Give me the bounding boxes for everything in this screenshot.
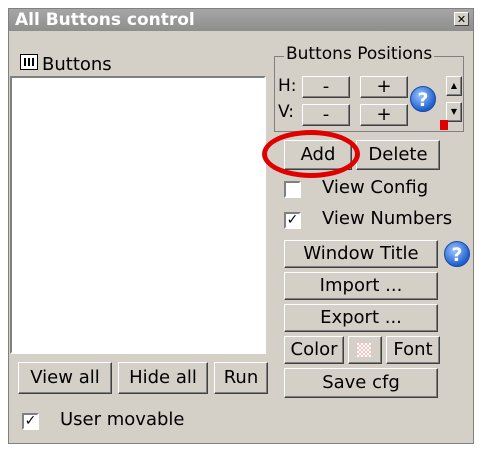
h-label: H: (278, 76, 297, 96)
color-swatch-icon (357, 343, 371, 357)
font-button[interactable]: Font (386, 336, 440, 364)
h-plus-button[interactable]: + (360, 76, 408, 98)
user-movable-checkbox[interactable]: ✓ (22, 413, 39, 430)
grid-icon (20, 54, 38, 70)
v-minus-button[interactable]: - (302, 104, 350, 126)
import-button[interactable]: Import ... (284, 272, 438, 300)
buttons-label: Buttons (42, 54, 112, 75)
window-title-help-icon[interactable]: ? (444, 241, 470, 267)
export-button[interactable]: Export ... (284, 304, 438, 332)
window-title[interactable]: All Buttons control (9, 9, 473, 31)
scroll-down-button[interactable]: ▼ (446, 102, 462, 122)
view-config-label: View Config (322, 177, 429, 198)
color-button[interactable]: Color (284, 336, 344, 364)
window-title-button[interactable]: Window Title (284, 240, 438, 268)
color-swatch-button[interactable] (348, 336, 382, 364)
buttons-positions-label: Buttons Positions (284, 44, 435, 64)
hide-all-button[interactable]: Hide all (118, 362, 208, 394)
scroll-up-button[interactable]: ▲ (446, 76, 462, 96)
save-cfg-button[interactable]: Save cfg (284, 368, 438, 398)
close-button[interactable]: ✕ (454, 12, 469, 26)
color-indicator (440, 120, 448, 130)
view-config-checkbox[interactable] (284, 181, 301, 198)
v-label: V: (278, 102, 294, 122)
run-button[interactable]: Run (214, 362, 268, 394)
view-numbers-checkbox[interactable]: ✓ (284, 212, 301, 229)
positions-help-icon[interactable]: ? (410, 86, 436, 112)
v-plus-button[interactable]: + (360, 104, 408, 126)
buttons-listbox[interactable] (10, 76, 266, 354)
h-minus-button[interactable]: - (302, 76, 350, 98)
view-all-button[interactable]: View all (18, 362, 112, 394)
highlight-circle (262, 130, 360, 178)
view-numbers-label: View Numbers (322, 208, 453, 229)
user-movable-label: User movable (60, 409, 185, 430)
delete-button[interactable]: Delete (356, 140, 440, 170)
